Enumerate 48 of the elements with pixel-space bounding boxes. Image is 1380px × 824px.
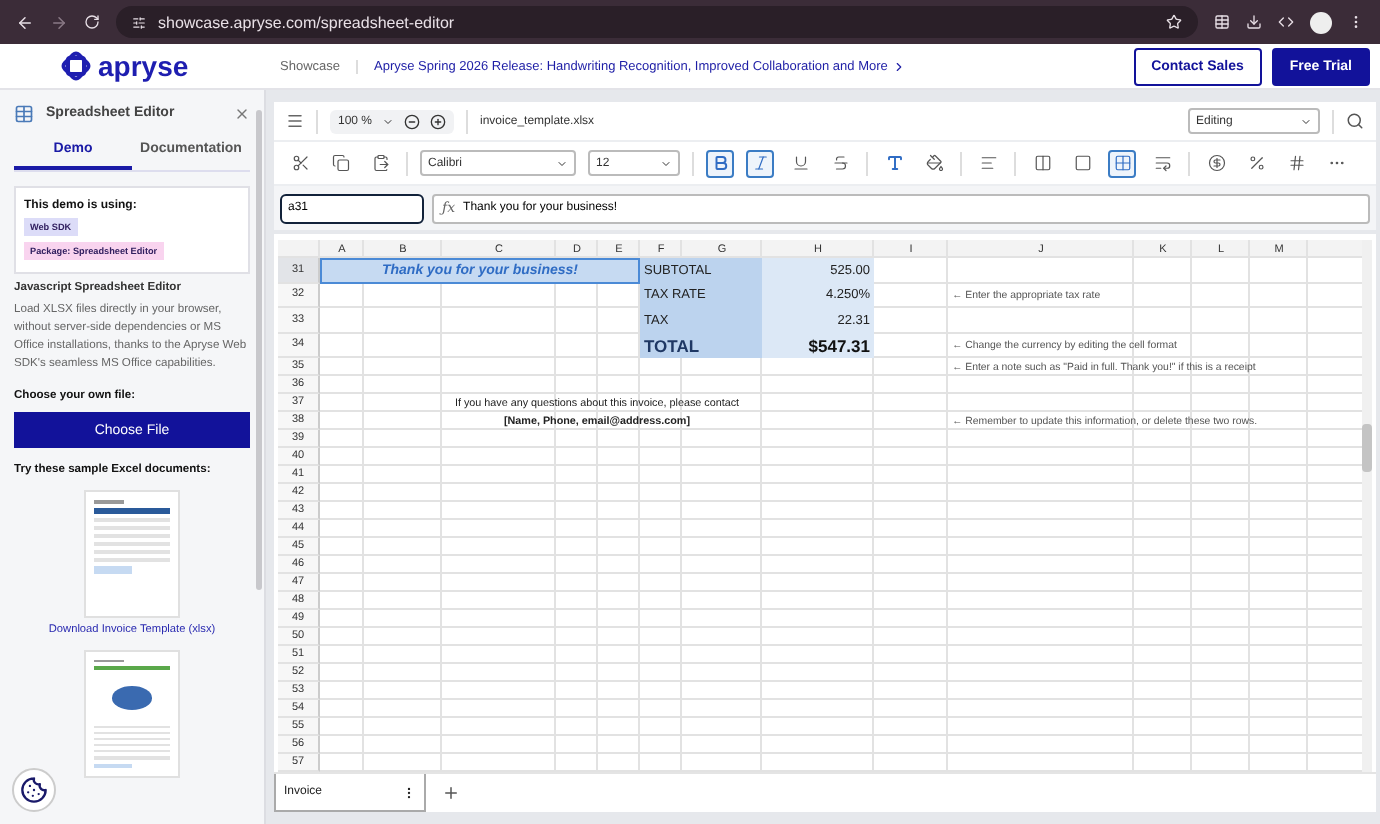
plus-icon	[442, 784, 460, 802]
report-thumbnail-drawing[interactable]	[84, 650, 180, 778]
menu-icon[interactable]	[286, 112, 304, 130]
invoice-thumbnail-drawing[interactable]	[84, 490, 180, 618]
zoom-in-icon[interactable]	[430, 113, 447, 129]
bookmark-star-icon[interactable]	[1166, 14, 1182, 30]
chevron-icon	[660, 157, 672, 169]
chevron-icon	[556, 157, 568, 169]
logo-icon	[60, 50, 92, 82]
percent-icon	[1247, 154, 1265, 172]
table-cell: TOTAL	[640, 333, 762, 358]
cookie-button[interactable]	[12, 768, 56, 812]
cell-frame-icon	[1073, 154, 1091, 172]
forward-icon[interactable]	[50, 13, 68, 31]
text-color-icon	[885, 154, 903, 172]
column-border-icon	[1033, 154, 1051, 172]
reload-icon[interactable]	[84, 14, 100, 30]
search-icon[interactable]	[1346, 112, 1364, 130]
bold-button[interactable]	[706, 149, 734, 177]
more-icon[interactable]	[402, 785, 416, 799]
chevron-icon	[1300, 115, 1312, 127]
wrap-text-icon	[1153, 154, 1171, 172]
code-icon[interactable]	[1278, 14, 1294, 30]
table-cell: $547.31	[762, 333, 874, 358]
italic-icon	[751, 154, 769, 172]
underline-icon	[791, 154, 809, 172]
merge-cells-button[interactable]	[1108, 149, 1136, 177]
merge-cells-icon	[1113, 154, 1131, 172]
number-format-icon	[1287, 154, 1305, 172]
download-icon[interactable]	[1246, 14, 1262, 30]
bold-icon	[711, 154, 729, 172]
spreadsheet-icon	[14, 103, 34, 123]
back-icon[interactable]	[16, 13, 34, 31]
italic-button[interactable]	[746, 149, 774, 177]
currency-icon	[1207, 154, 1225, 172]
close-icon[interactable]	[234, 105, 250, 121]
fill-color-icon	[925, 154, 943, 172]
logo-text[interactable]: apryse	[98, 50, 189, 82]
profile-avatar[interactable]	[1310, 11, 1332, 33]
chevron-icon[interactable]	[382, 115, 395, 127]
chevron-icon	[891, 59, 906, 73]
vertical-scrollbar[interactable]	[1362, 240, 1372, 772]
cookie-icon	[20, 776, 48, 804]
address-bar[interactable]: showcase.apryse.com/spreadsheet-editor	[116, 6, 1198, 38]
align-icon	[979, 154, 997, 172]
strikethrough-icon	[831, 154, 849, 172]
zoom-out-icon[interactable]	[404, 113, 421, 129]
site-settings-icon[interactable]	[132, 15, 146, 29]
